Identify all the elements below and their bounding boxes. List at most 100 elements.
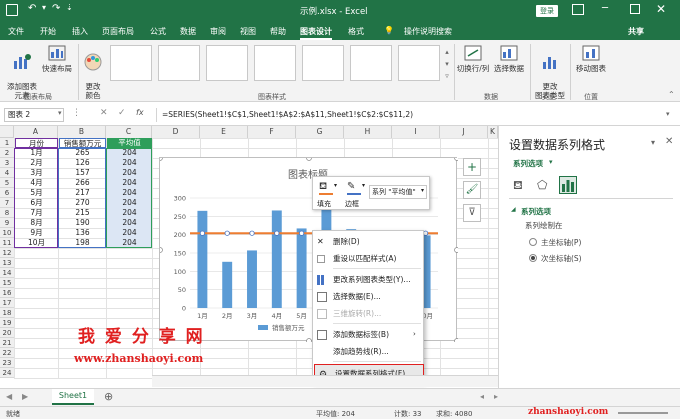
row-header-8[interactable]: 8 — [0, 208, 14, 218]
undo-dropdown-icon[interactable]: ▾ — [42, 3, 46, 12]
login-button[interactable]: 登录 — [536, 5, 558, 17]
table-cell[interactable]: 204 — [107, 238, 152, 248]
table-cell[interactable]: 204 — [107, 168, 152, 178]
row-header-1[interactable]: 1 — [0, 138, 14, 148]
row-header-16[interactable]: 16 — [0, 288, 14, 298]
add-sheet-icon[interactable]: ⊕ — [104, 390, 113, 403]
tab-format[interactable]: 格式 — [348, 26, 364, 37]
chart-filter-icon[interactable]: ⊽ — [463, 204, 481, 222]
redo-icon[interactable]: ↷ — [52, 3, 60, 14]
fx-icon[interactable]: fx — [136, 108, 144, 117]
table-cell[interactable]: 136 — [59, 228, 106, 238]
column-header-d[interactable]: D — [152, 126, 200, 138]
chart-style-4[interactable] — [254, 45, 296, 81]
save-icon[interactable] — [6, 4, 18, 16]
table-cell[interactable]: 10月 — [15, 238, 58, 248]
ribbon-display-icon[interactable] — [572, 4, 584, 15]
row-header-12[interactable]: 12 — [0, 248, 14, 258]
primary-axis-radio[interactable] — [529, 238, 537, 246]
section-series-options[interactable]: 系列选项 — [521, 206, 551, 217]
tab-formulas[interactable]: 公式 — [150, 26, 166, 37]
bar-3月[interactable] — [247, 250, 257, 308]
row-header-2[interactable]: 2 — [0, 148, 14, 158]
table-cell[interactable]: 204 — [107, 208, 152, 218]
table-cell[interactable]: 1月 — [15, 148, 58, 158]
header-cell[interactable]: 销售额万元 — [59, 138, 106, 148]
row-header-21[interactable]: 21 — [0, 338, 14, 348]
bar-5月[interactable] — [296, 228, 307, 308]
share-button[interactable]: 共享 — [628, 26, 644, 37]
chart-styles-brush-icon[interactable]: 🖌 — [463, 181, 481, 199]
tab-review[interactable]: 审阅 — [210, 26, 226, 37]
table-cell[interactable]: 157 — [59, 168, 106, 178]
bar-2月[interactable] — [222, 261, 233, 308]
tab-home[interactable]: 开始 — [40, 26, 56, 37]
row-header-23[interactable]: 23 — [0, 358, 14, 368]
table-cell[interactable]: 204 — [107, 218, 152, 228]
chart-style-1[interactable] — [110, 45, 152, 81]
series-options-chevron-icon[interactable]: ▾ — [549, 158, 553, 166]
tab-view[interactable]: 视图 — [240, 26, 256, 37]
avg-point-handle[interactable] — [249, 230, 255, 236]
row-header-3[interactable]: 3 — [0, 158, 14, 168]
prev-sheet-icon[interactable]: ◀ — [6, 392, 12, 401]
secondary-axis-radio[interactable] — [529, 254, 537, 262]
column-header-g[interactable]: G — [296, 126, 344, 138]
style-scroll-icon[interactable]: ▴ ▾ ▿ — [443, 46, 451, 82]
row-header-6[interactable]: 6 — [0, 188, 14, 198]
row-header-7[interactable]: 7 — [0, 198, 14, 208]
expand-formula-icon[interactable]: ▾ — [666, 110, 670, 118]
row-header-5[interactable]: 5 — [0, 178, 14, 188]
column-header-c[interactable]: C — [106, 126, 152, 138]
table-cell[interactable]: 6月 — [15, 198, 58, 208]
customize-qat-icon[interactable]: ⇣ — [66, 3, 73, 12]
search-tell-me[interactable]: 操作说明搜索 — [404, 26, 452, 37]
bar-4月[interactable] — [271, 210, 282, 308]
row-header-19[interactable]: 19 — [0, 318, 14, 328]
select-all-corner[interactable] — [0, 126, 14, 138]
table-cell[interactable]: 204 — [107, 158, 152, 168]
name-box-dropdown-icon[interactable]: ▾ — [58, 109, 62, 117]
move-chart-button[interactable]: 移动图表 — [574, 44, 608, 73]
table-cell[interactable]: 5月 — [15, 188, 58, 198]
table-cell[interactable]: 7月 — [15, 208, 58, 218]
chart-style-7[interactable] — [398, 45, 440, 81]
column-header-e[interactable]: E — [200, 126, 248, 138]
row-header-4[interactable]: 4 — [0, 168, 14, 178]
fill-bucket-icon[interactable]: ⛾ — [319, 181, 333, 193]
next-sheet-icon[interactable]: ▶ — [22, 392, 28, 401]
table-cell[interactable]: 204 — [107, 148, 152, 158]
menu-change-series-type[interactable]: 更改系列图表类型(Y)... — [313, 271, 425, 288]
table-cell[interactable]: 2月 — [15, 158, 58, 168]
effects-pentagon-icon[interactable]: ⬠ — [537, 178, 547, 192]
table-cell[interactable]: 204 — [107, 188, 152, 198]
table-cell[interactable]: 204 — [107, 228, 152, 238]
section-expand-icon[interactable]: ◢ — [511, 206, 516, 213]
quick-layout-button[interactable]: 快速布局 — [40, 44, 74, 73]
enter-icon[interactable]: ✓ — [118, 108, 126, 118]
chart-elements-button[interactable]: + — [463, 158, 481, 176]
row-header-24[interactable]: 24 — [0, 368, 14, 378]
undo-icon[interactable]: ↶ — [28, 3, 36, 14]
series-dropdown-icon[interactable]: ▾ — [421, 187, 424, 194]
row-header-14[interactable]: 14 — [0, 268, 14, 278]
menu-add-data-labels[interactable]: 添加数据标签(B) › — [313, 326, 425, 343]
avg-point-handle[interactable] — [199, 230, 206, 236]
tab-chart-design[interactable]: 图表设计 — [300, 26, 332, 40]
menu-reset-style[interactable]: 重设以匹配样式(A) — [313, 250, 425, 267]
row-header-15[interactable]: 15 — [0, 278, 14, 288]
pane-close-icon[interactable]: ✕ — [665, 136, 673, 147]
column-header-f[interactable]: F — [248, 126, 296, 138]
name-box[interactable]: 图表 2 — [4, 108, 64, 122]
tab-help[interactable]: 帮助 — [270, 26, 286, 37]
table-cell[interactable]: 126 — [59, 158, 106, 168]
row-header-11[interactable]: 11 — [0, 238, 14, 248]
tab-insert[interactable]: 插入 — [72, 26, 88, 37]
row-header-22[interactable]: 22 — [0, 348, 14, 358]
column-header-j[interactable]: J — [440, 126, 488, 138]
avg-point-handle[interactable] — [299, 230, 305, 236]
column-header-a[interactable]: A — [14, 126, 58, 138]
minimize-icon[interactable]: ─ — [602, 3, 608, 14]
column-header-h[interactable]: H — [344, 126, 392, 138]
table-cell[interactable]: 190 — [59, 218, 106, 228]
